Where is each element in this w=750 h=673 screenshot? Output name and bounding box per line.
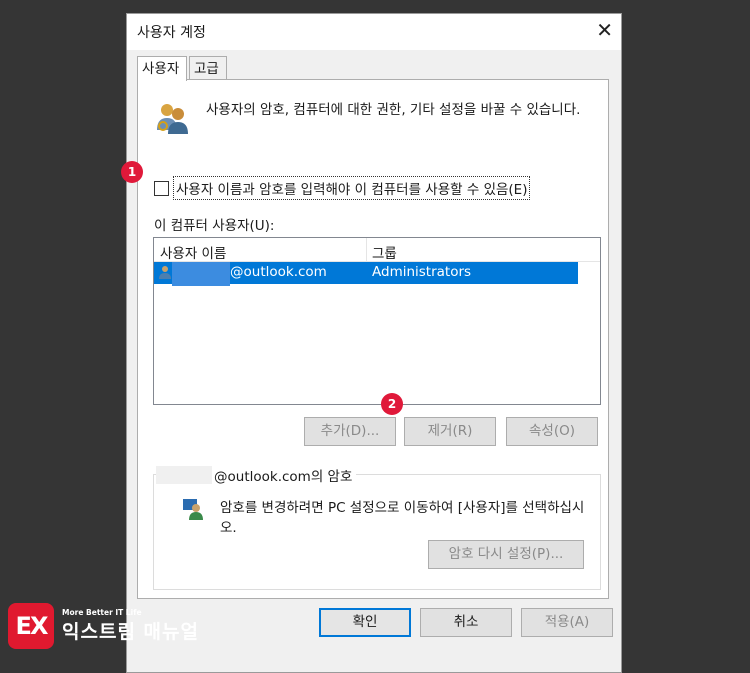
- annotation-badge-2: 2: [381, 393, 403, 415]
- require-login-label[interactable]: 사용자 이름과 암호를 입력해야 이 컴퓨터를 사용할 수 있음(E): [173, 176, 531, 200]
- password-group-title: @outlook.com의 암호: [214, 469, 353, 485]
- table-row[interactable]: @outlook.com Administrators: [154, 262, 578, 286]
- redacted-username: [172, 262, 230, 286]
- ok-button[interactable]: 확인: [319, 608, 411, 637]
- tab-advanced[interactable]: 고급: [189, 56, 227, 80]
- reset-password-button[interactable]: 암호 다시 설정(P)...: [428, 540, 584, 569]
- users-list-label: 이 컴퓨터 사용자(U):: [154, 218, 275, 234]
- password-group-legend: @outlook.com의 암호: [156, 465, 357, 485]
- title-bar: 사용자 계정 ✕: [127, 14, 621, 50]
- user-accounts-dialog: 사용자 계정 ✕ 사용자 고급 사용자의 암호, 컴퓨터에 대한 권한, 기타 …: [126, 13, 622, 673]
- annotation-badge-1: 1: [121, 161, 143, 183]
- row-group: Administrators: [372, 264, 472, 280]
- listview-header: 사용자 이름 그룹: [154, 238, 600, 262]
- add-user-button[interactable]: 추가(D)...: [304, 417, 396, 446]
- password-instructions: 암호를 변경하려면 PC 설정으로 이동하여 [사용자]를 선택하십시오.: [220, 500, 585, 536]
- description-text: 사용자의 암호, 컴퓨터에 대한 권한, 기타 설정을 바꿀 수 있습니다.: [206, 102, 581, 118]
- users-icon: [157, 104, 188, 134]
- tab-users[interactable]: 사용자: [137, 56, 187, 81]
- user-icon: [159, 266, 171, 279]
- column-header-username[interactable]: 사용자 이름: [160, 242, 226, 262]
- properties-button[interactable]: 속성(O): [506, 417, 598, 446]
- close-icon[interactable]: ✕: [596, 18, 613, 42]
- require-login-row: 사용자 이름과 암호를 입력해야 이 컴퓨터를 사용할 수 있음(E): [154, 176, 531, 200]
- remove-user-button[interactable]: 제거(R): [404, 417, 496, 446]
- users-listview[interactable]: 사용자 이름 그룹 @outlook.com Administrators: [153, 237, 601, 405]
- logo-name: 익스트림 매뉴얼: [62, 621, 199, 643]
- users-tab-panel: 사용자의 암호, 컴퓨터에 대한 권한, 기타 설정을 바꿀 수 있습니다. 사…: [137, 79, 609, 599]
- logo-tagline: More Better IT Life: [62, 608, 142, 617]
- dialog-title: 사용자 계정: [137, 25, 206, 41]
- cancel-button[interactable]: 취소: [420, 608, 512, 637]
- user-password-icon: [183, 499, 203, 520]
- logo-text: More Better IT Life 익스트림 매뉴얼: [62, 608, 199, 644]
- column-divider[interactable]: [366, 238, 367, 261]
- watermark-logo: EX More Better IT Life 익스트림 매뉴얼: [8, 603, 199, 649]
- redacted-legend-name: [156, 466, 212, 484]
- apply-button[interactable]: 적용(A): [521, 608, 613, 637]
- require-login-checkbox[interactable]: [154, 180, 169, 196]
- row-username: @outlook.com: [230, 264, 327, 280]
- column-header-group[interactable]: 그룹: [372, 242, 397, 262]
- logo-mark: EX: [8, 603, 54, 649]
